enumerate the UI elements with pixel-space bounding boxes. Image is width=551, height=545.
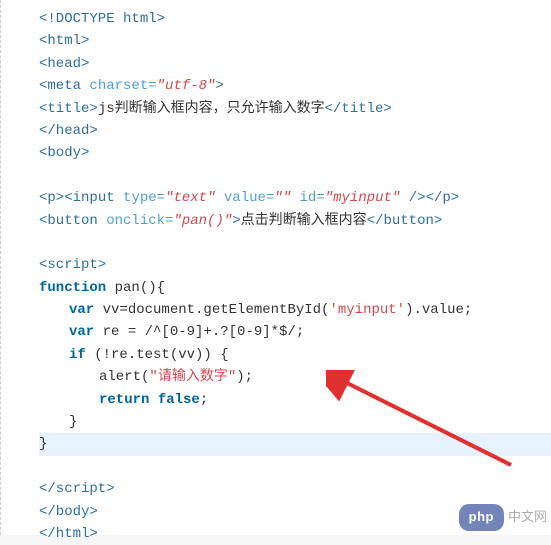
semi: ; — [200, 392, 208, 408]
function-paren: (){ — [140, 280, 165, 296]
button-gt: > — [232, 213, 240, 229]
alert-str: "请输入数字" — [149, 369, 236, 385]
code-line: if (!re.test(vv)) { — [39, 344, 551, 366]
close-brace: } — [39, 436, 47, 452]
onclick-attr: onclick= — [98, 213, 174, 229]
if-cond: (!re.test(vv)) { — [86, 347, 229, 363]
head-open: <head> — [39, 56, 89, 72]
doctype: <!DOCTYPE html> — [39, 11, 165, 27]
body-open: <body> — [39, 145, 89, 161]
code-line: } — [39, 411, 551, 433]
code-line: </script> — [39, 478, 551, 500]
code-line: var re = /^[0-9]+.?[0-9]*$/; — [39, 321, 551, 343]
button-text: 点击判断输入框内容 — [241, 213, 367, 229]
title-text: js判断输入框内容，只允许输入数字 — [98, 101, 325, 117]
code-line: <p><input type="text" value="" id="myinp… — [39, 187, 551, 209]
title-close: </title> — [325, 101, 392, 117]
body-close: </body> — [39, 504, 98, 520]
code-line: <script> — [39, 254, 551, 276]
script-open: <script> — [39, 257, 106, 273]
var-kw: var — [69, 324, 94, 340]
cn-text: 中文网 — [508, 507, 547, 528]
myinput-arg: 'myinput' — [329, 302, 405, 318]
blank-line — [39, 232, 551, 254]
button-close: </button> — [367, 213, 443, 229]
code-line: return false; — [39, 389, 551, 411]
type-attr: type= — [115, 190, 165, 206]
onclick-val: "pan()" — [173, 213, 232, 229]
vv-assign: vv=document.getElementById( — [94, 302, 329, 318]
function-kw: function — [39, 280, 106, 296]
input-close: /> — [400, 190, 425, 206]
id-val: "myinput" — [325, 190, 401, 206]
blank-line — [39, 456, 551, 478]
vv-end: ).value; — [405, 302, 472, 318]
code-line: alert("请输入数字"); — [39, 366, 551, 388]
meta-open: <meta — [39, 78, 81, 94]
if-kw: if — [69, 347, 86, 363]
value-attr: value= — [215, 190, 274, 206]
code-line: <button onclick="pan()">点击判断输入框内容</butto… — [39, 210, 551, 232]
code-screenshot: <!DOCTYPE html> <html> <head> <meta char… — [0, 0, 551, 535]
code-block: <!DOCTYPE html> <html> <head> <meta char… — [7, 8, 551, 545]
charset-attr: charset= — [81, 78, 157, 94]
watermark: php 中文网 — [459, 504, 547, 531]
meta-close: > — [215, 78, 223, 94]
type-val: "text" — [165, 190, 215, 206]
p-open: <p> — [39, 190, 64, 206]
code-line: function pan(){ — [39, 277, 551, 299]
script-close: </script> — [39, 481, 115, 497]
php-badge: php — [459, 504, 504, 531]
code-line: <head> — [39, 53, 551, 75]
value-val: "" — [274, 190, 291, 206]
return-kw: return — [99, 392, 149, 408]
false-kw: false — [149, 392, 199, 408]
alert-call: alert( — [99, 369, 149, 385]
highlighted-line: } — [39, 433, 551, 455]
title-open: <title> — [39, 101, 98, 117]
code-line: <body> — [39, 142, 551, 164]
button-open: <button — [39, 213, 98, 229]
charset-val: "utf-8" — [157, 78, 216, 94]
alert-end: ); — [236, 369, 253, 385]
function-name: pan — [106, 280, 140, 296]
code-line: <meta charset="utf-8"> — [39, 75, 551, 97]
code-line: </head> — [39, 120, 551, 142]
input-open: <input — [64, 190, 114, 206]
p-close: </p> — [426, 190, 460, 206]
html-open: <html> — [39, 33, 89, 49]
id-attr: id= — [291, 190, 325, 206]
code-line: <!DOCTYPE html> — [39, 8, 551, 30]
blank-line — [39, 165, 551, 187]
head-close: </head> — [39, 123, 98, 139]
code-line: var vv=document.getElementById('myinput'… — [39, 299, 551, 321]
regex-line: re = /^[0-9]+.?[0-9]*$/; — [94, 324, 304, 340]
code-line: <title>js判断输入框内容，只允许输入数字</title> — [39, 98, 551, 120]
html-close: </html> — [39, 526, 98, 542]
close-brace: } — [69, 414, 77, 430]
var-kw: var — [69, 302, 94, 318]
code-line: <html> — [39, 30, 551, 52]
